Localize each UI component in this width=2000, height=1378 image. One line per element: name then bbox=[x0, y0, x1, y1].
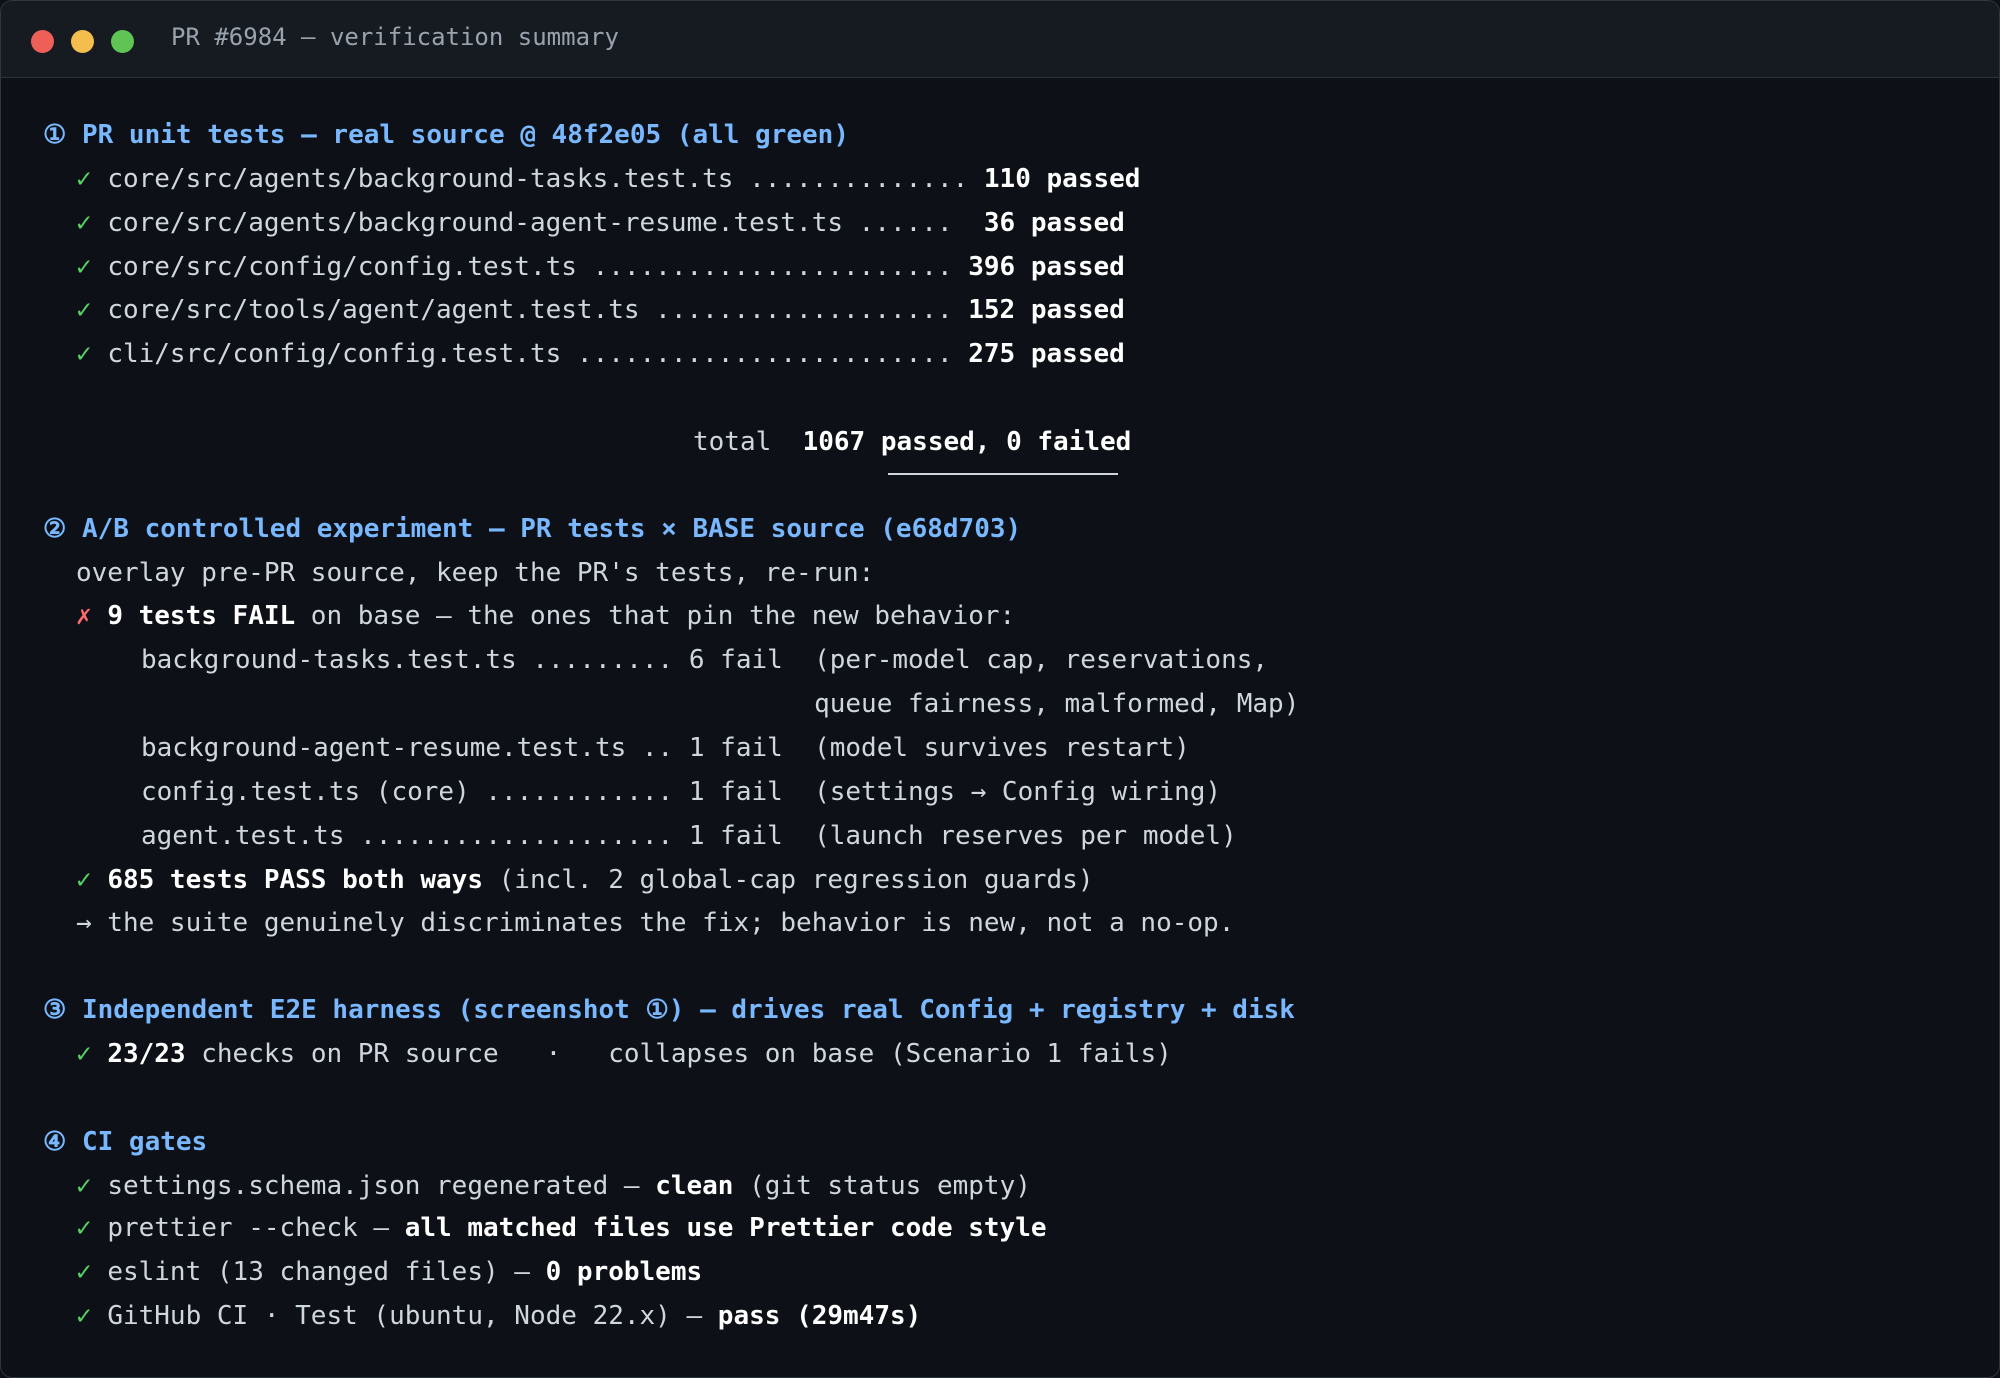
ci-gate-label: settings.schema.json regenerated — bbox=[107, 1171, 656, 1201]
ci-gate-row: ✓ GitHub CI · Test (ubuntu, Node 22.x) —… bbox=[76, 1299, 921, 1333]
cross-icon: ✗ bbox=[76, 601, 92, 631]
fail-count: 9 tests FAIL bbox=[107, 601, 296, 631]
experiment-intro: overlay pre-PR source, keep the PR's tes… bbox=[76, 558, 875, 588]
test-file: cli/src/config/config.test.ts ..........… bbox=[107, 339, 953, 369]
total-row: total 1067 passed, 0 failed bbox=[693, 425, 1131, 459]
test-result: 396 passed bbox=[968, 252, 1125, 282]
fail-row: background-tasks.test.ts ......... 6 fai… bbox=[141, 645, 1269, 675]
check-icon: ✓ bbox=[76, 208, 92, 238]
test-result: 36 passed bbox=[983, 208, 1125, 238]
pass-count: 685 tests PASS both ways bbox=[107, 865, 483, 895]
minimize-window-button[interactable] bbox=[71, 30, 94, 53]
e2e-result: ✓ 23/23 checks on PR source · collapses … bbox=[76, 1037, 1172, 1071]
maximize-window-button[interactable] bbox=[111, 30, 134, 53]
check-icon: ✓ bbox=[76, 1257, 92, 1287]
section-2-heading: ② A/B controlled experiment — PR tests ×… bbox=[43, 514, 1022, 544]
fail-row: agent.test.ts .................... 1 fai… bbox=[141, 821, 1237, 851]
fail-row-continuation: queue fairness, malformed, Map) bbox=[141, 689, 1300, 719]
test-file: core/src/tools/agent/agent.test.ts .....… bbox=[107, 295, 953, 325]
check-icon: ✓ bbox=[76, 164, 92, 194]
check-icon: ✓ bbox=[76, 1039, 92, 1069]
fail-description: on base — the ones that pin the new beha… bbox=[295, 601, 1016, 631]
test-file: core/src/agents/background-agent-resume.… bbox=[107, 208, 953, 238]
ci-gate-row: ✓ settings.schema.json regenerated — cle… bbox=[76, 1169, 1031, 1203]
terminal-window: PR #6984 — verification summary ① PR uni… bbox=[0, 0, 2000, 1378]
ci-gate-label: eslint (13 changed files) — bbox=[107, 1257, 546, 1287]
test-result: 110 passed bbox=[983, 164, 1141, 194]
ci-gate-label: prettier --check — bbox=[107, 1213, 405, 1243]
test-result: 152 passed bbox=[968, 295, 1125, 325]
check-icon: ✓ bbox=[76, 1171, 92, 1201]
check-icon: ✓ bbox=[76, 865, 92, 895]
close-window-button[interactable] bbox=[31, 30, 54, 53]
check-icon: ✓ bbox=[76, 339, 92, 369]
check-icon: ✓ bbox=[76, 252, 92, 282]
test-file: core/src/config/config.test.ts .........… bbox=[107, 252, 953, 282]
e2e-count: 23/23 bbox=[107, 1039, 186, 1069]
pass-summary: ✓ 685 tests PASS both ways (incl. 2 glob… bbox=[76, 863, 1093, 897]
section-4-heading: ④ CI gates bbox=[43, 1127, 208, 1157]
terminal-output: ① PR unit tests — real source @ 48f2e05 … bbox=[1, 78, 1999, 1377]
ci-gate-row: ✓ prettier --check — all matched files u… bbox=[76, 1211, 1047, 1245]
fail-summary: ✗ 9 tests FAIL on base — the ones that p… bbox=[76, 599, 1015, 633]
test-file: core/src/agents/background-tasks.test.ts… bbox=[107, 164, 969, 194]
experiment-conclusion: → the suite genuinely discriminates the … bbox=[76, 908, 1235, 938]
check-icon: ✓ bbox=[76, 1213, 92, 1243]
section-3-heading: ③ Independent E2E harness (screenshot ①)… bbox=[43, 995, 1295, 1025]
fail-row: background-agent-resume.test.ts .. 1 fai… bbox=[141, 733, 1190, 763]
window-title: PR #6984 — verification summary bbox=[171, 23, 619, 51]
title-bar: PR #6984 — verification summary bbox=[1, 1, 1999, 78]
test-row: ✓ core/src/agents/background-tasks.test.… bbox=[76, 162, 1140, 196]
test-row: ✓ core/src/tools/agent/agent.test.ts ...… bbox=[76, 293, 1125, 327]
ci-gate-note: (git status empty) bbox=[733, 1171, 1031, 1201]
ci-gate-status: all matched files use Prettier code styl… bbox=[404, 1213, 1047, 1243]
section-1-heading: ① PR unit tests — real source @ 48f2e05 … bbox=[43, 120, 849, 150]
test-row: ✓ core/src/agents/background-agent-resum… bbox=[76, 206, 1125, 240]
e2e-description: checks on PR source · collapses on base … bbox=[185, 1039, 1172, 1069]
test-row: ✓ core/src/config/config.test.ts .......… bbox=[76, 250, 1125, 284]
ci-gate-row: ✓ eslint (13 changed files) — 0 problems bbox=[76, 1255, 702, 1289]
test-result: 275 passed bbox=[968, 339, 1125, 369]
total-value: 1067 passed, 0 failed bbox=[802, 427, 1132, 457]
fail-row: config.test.ts (core) ............ 1 fai… bbox=[141, 777, 1222, 807]
test-row: ✓ cli/src/config/config.test.ts ........… bbox=[76, 337, 1125, 371]
ci-gate-status: 0 problems bbox=[545, 1257, 703, 1287]
pass-description: (incl. 2 global-cap regression guards) bbox=[483, 865, 1094, 895]
check-icon: ✓ bbox=[76, 1301, 92, 1331]
ci-gate-status: clean bbox=[655, 1171, 734, 1201]
ci-gate-label: GitHub CI · Test (ubuntu, Node 22.x) — bbox=[107, 1301, 718, 1331]
ci-gate-status: pass (29m47s) bbox=[717, 1301, 922, 1331]
total-divider bbox=[888, 473, 1118, 475]
total-label: total bbox=[693, 427, 772, 457]
check-icon: ✓ bbox=[76, 295, 92, 325]
